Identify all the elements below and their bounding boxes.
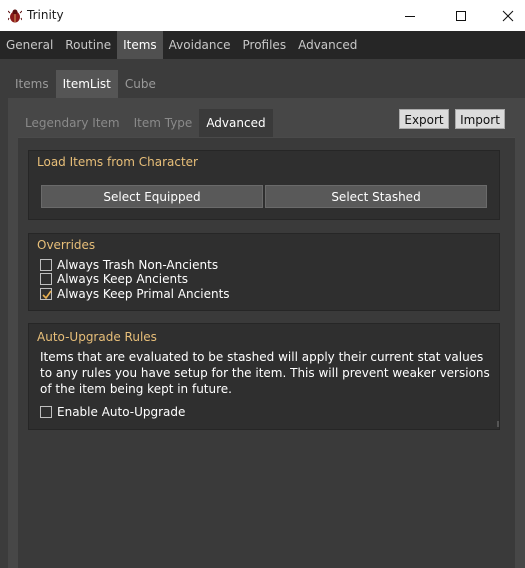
tab-advanced[interactable]: Advanced <box>292 31 363 59</box>
keep-primal-ancients-option[interactable]: Always Keep Primal Ancients <box>40 287 230 301</box>
keep-primal-ancients-checkbox[interactable] <box>40 288 52 300</box>
tab-profiles[interactable]: Profiles <box>237 31 293 59</box>
keep-primal-ancients-label: Always Keep Primal Ancients <box>57 287 230 301</box>
resize-grip <box>497 421 499 427</box>
export-button[interactable]: Export <box>399 109 449 129</box>
tab-advanced-settings[interactable]: Advanced <box>199 109 273 137</box>
tab-routine[interactable]: Routine <box>59 31 117 59</box>
keep-ancients-option[interactable]: Always Keep Ancients <box>40 272 188 286</box>
window-title: Trinity <box>27 8 64 22</box>
select-equipped-button[interactable]: Select Equipped <box>41 185 263 208</box>
trash-non-ancients-option[interactable]: Always Trash Non-Ancients <box>40 258 218 272</box>
keep-ancients-checkbox[interactable] <box>40 273 52 285</box>
enable-auto-upgrade-option[interactable]: Enable Auto-Upgrade <box>40 405 185 419</box>
trash-non-ancients-checkbox[interactable] <box>40 259 52 271</box>
tab-general[interactable]: General <box>0 31 59 59</box>
load-items-title: Load Items from Character <box>37 155 198 169</box>
tab-items[interactable]: Items <box>117 31 163 59</box>
tab-item-type[interactable]: Item Type <box>127 109 200 137</box>
auto-upgrade-title: Auto-Upgrade Rules <box>37 330 157 344</box>
tab-legendary-item[interactable]: Legendary Item <box>18 109 127 137</box>
tab-avoidance[interactable]: Avoidance <box>163 31 237 59</box>
close-icon <box>502 10 514 21</box>
subtab-cube[interactable]: Cube <box>118 70 163 98</box>
minimize-button[interactable] <box>387 0 433 31</box>
import-button[interactable]: Import <box>455 109 505 129</box>
enable-auto-upgrade-checkbox[interactable] <box>40 406 52 418</box>
checkmark-icon <box>42 290 52 300</box>
main-tab-bar: General Routine Items Avoidance Profiles… <box>0 31 525 59</box>
subtab-itemlist[interactable]: ItemList <box>55 70 118 98</box>
overrides-title: Overrides <box>37 238 96 252</box>
maximize-button[interactable] <box>438 0 484 31</box>
itemlist-tab-bar: Legendary Item Item Type Advanced <box>18 109 273 137</box>
sub-tab-bar: Items ItemList Cube <box>8 70 163 98</box>
bug-icon <box>7 8 23 23</box>
minimize-icon <box>405 15 415 17</box>
close-button[interactable] <box>485 0 525 31</box>
maximize-icon <box>456 10 466 21</box>
auto-upgrade-description: Items that are evaluated to be stashed w… <box>40 350 490 396</box>
subtab-items[interactable]: Items <box>8 70 56 98</box>
enable-auto-upgrade-label: Enable Auto-Upgrade <box>57 405 186 419</box>
trash-non-ancients-label: Always Trash Non-Ancients <box>57 258 219 272</box>
keep-ancients-label: Always Keep Ancients <box>57 272 189 286</box>
select-stashed-button[interactable]: Select Stashed <box>265 185 487 208</box>
title-bar: Trinity <box>0 0 525 31</box>
